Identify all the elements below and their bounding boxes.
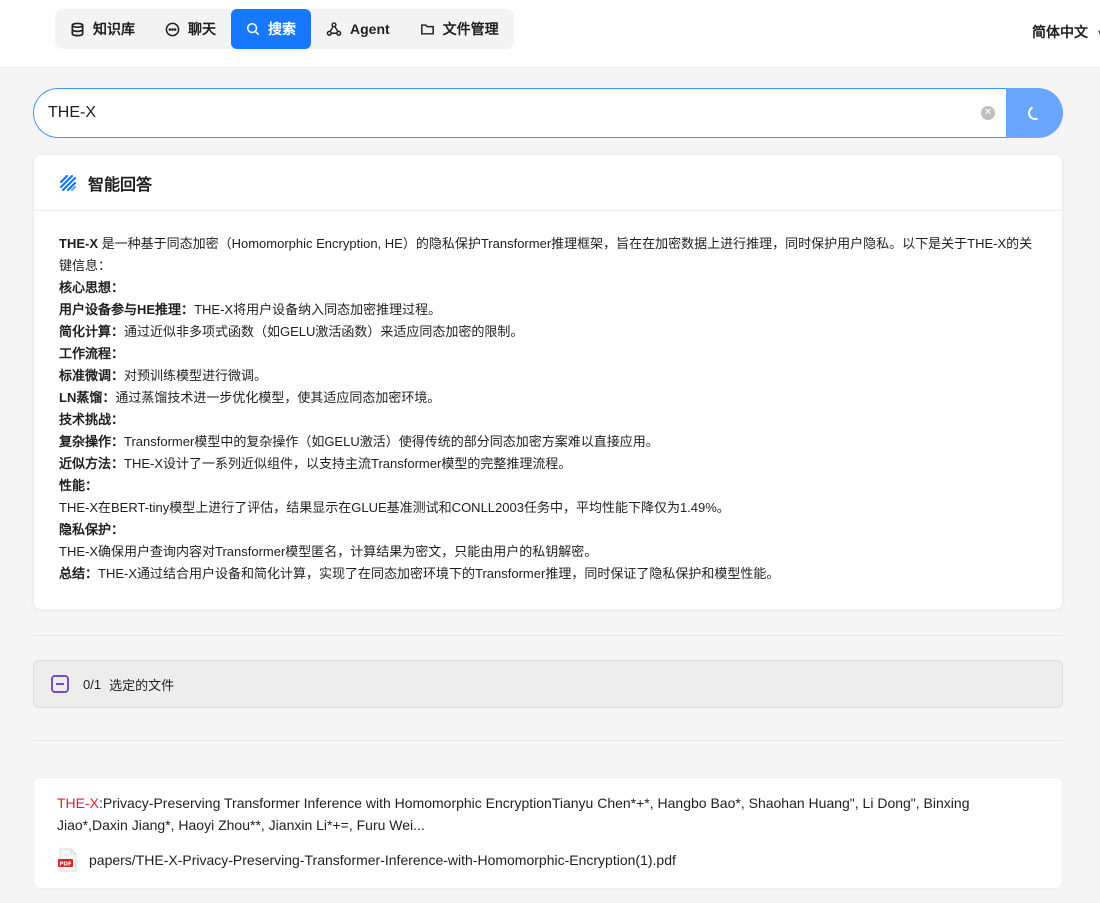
- answer-line: 核心思想：: [59, 277, 1037, 299]
- answer-lines: 核心思想： 用户设备参与HE推理：THE-X将用户设备纳入同态加密推理过程。 简化计…: [59, 277, 1037, 585]
- answer-line: LN蒸馏：通过蒸馏技术进一步优化模型，使其适应同态加密环境。: [59, 387, 1037, 409]
- answer-line-text: 对预训练模型进行微调。: [124, 368, 268, 383]
- answer-line-label: 技术挑战：: [59, 412, 125, 427]
- select-all-checkbox[interactable]: [51, 675, 69, 693]
- nav-item-label: 聊天: [188, 21, 216, 37]
- answer-line: 近似方法：THE-X设计了一系列近似组件，以支持主流Transformer模型的…: [59, 453, 1037, 475]
- loading-spinner-icon: [1025, 104, 1044, 122]
- nav-item-label: 知识库: [93, 21, 135, 37]
- answer-line: 技术挑战：: [59, 409, 1037, 431]
- nav-item-knowledge-base[interactable]: 知识库: [55, 9, 150, 49]
- answer-line-label: 隐私保护：: [59, 522, 125, 537]
- answer-line-label: 简化计算：: [59, 324, 125, 339]
- language-label: 简体中文: [1032, 24, 1088, 40]
- nav-item-search[interactable]: 搜索: [231, 9, 311, 49]
- answer-line-label: 工作流程：: [59, 346, 125, 361]
- answer-line-text: THE-X设计了一系列近似组件，以支持主流Transformer模型的完整推理流…: [124, 456, 572, 471]
- nav-item-label: 搜索: [268, 21, 296, 37]
- search-icon: [246, 22, 260, 36]
- answer-line: 复杂操作：Transformer模型中的复杂操作（如GELU激活）使得传统的部分…: [59, 431, 1037, 453]
- result-highlight: THE-X: [57, 795, 99, 811]
- answer-line-text: THE-X在BERT-tiny模型上进行了评估，结果显示在GLUE基准测试和CO…: [59, 500, 730, 515]
- answer-line-label: 核心思想：: [59, 280, 125, 295]
- divider: [33, 740, 1063, 741]
- clear-icon[interactable]: ✕: [981, 106, 995, 120]
- answer-intro-text: 是一种基于同态加密（Homomorphic Encryption, HE）的隐私…: [59, 236, 1033, 273]
- smart-answer-card: 智能回答 THE-X 是一种基于同态加密（Homomorphic Encrypt…: [33, 154, 1063, 610]
- answer-line-text: THE-X通过结合用户设备和简化计算，实现了在同态加密环境下的Transform…: [98, 566, 780, 581]
- answer-line-text: THE-X确保用户查询内容对Transformer模型匿名，计算结果为密文，只能…: [59, 544, 598, 559]
- search-result-card[interactable]: THE-X:Privacy-Preserving Transformer Inf…: [33, 777, 1063, 889]
- agent-icon: [326, 21, 342, 36]
- answer-line-label: 用户设备参与HE推理：: [59, 302, 195, 317]
- answer-line: 用户设备参与HE推理：THE-X将用户设备纳入同态加密推理过程。: [59, 299, 1037, 321]
- result-snippet-text: :Privacy-Preserving Transformer Inferenc…: [57, 795, 970, 833]
- answer-line-text: 通过蒸馏技术进一步优化模型，使其适应同态加密环境。: [115, 390, 441, 405]
- answer-intro: THE-X 是一种基于同态加密（Homomorphic Encryption, …: [59, 233, 1037, 277]
- folder-icon: [420, 24, 434, 35]
- chat-icon: [165, 22, 180, 36]
- answer-line-text: Transformer模型中的复杂操作（如GELU激活）使得传统的部分同态加密方…: [124, 434, 659, 449]
- database-icon: [71, 22, 84, 36]
- answer-title: 智能回答: [88, 176, 153, 194]
- top-header: 知识库 聊天 搜索 Agent 文件管理 简体中文: [0, 0, 1100, 68]
- answer-line: THE-X在BERT-tiny模型上进行了评估，结果显示在GLUE基准测试和CO…: [59, 497, 1037, 519]
- divider: [33, 635, 1063, 636]
- pdf-icon: PDF: [58, 848, 77, 872]
- nav-item-label: Agent: [350, 21, 390, 37]
- nav-item-file-management[interactable]: 文件管理: [405, 9, 514, 49]
- language-selector[interactable]: 简体中文˅: [1032, 22, 1100, 42]
- answer-intro-term: THE-X: [59, 236, 98, 251]
- nav-item-chat[interactable]: 聊天: [150, 9, 231, 49]
- answer-line-label: 总结：: [59, 566, 99, 581]
- answer-line-text: 通过近似非多项式函数（如GELU激活函数）来适应同态加密的限制。: [124, 324, 524, 339]
- answer-content: THE-X 是一种基于同态加密（Homomorphic Encryption, …: [34, 211, 1062, 585]
- search-input[interactable]: [33, 88, 1035, 138]
- search-bar: ✕: [33, 88, 1063, 138]
- answer-line-text: THE-X将用户设备纳入同态加密推理过程。: [194, 302, 442, 317]
- search-button[interactable]: [1006, 88, 1063, 138]
- answer-line: 简化计算：通过近似非多项式函数（如GELU激活函数）来适应同态加密的限制。: [59, 321, 1037, 343]
- nav-item-agent[interactable]: Agent: [311, 9, 405, 49]
- svg-text:PDF: PDF: [59, 861, 72, 867]
- answer-line-label: 标准微调：: [59, 368, 125, 383]
- answer-line: THE-X确保用户查询内容对Transformer模型匿名，计算结果为密文，只能…: [59, 541, 1037, 563]
- ai-answer-icon: [59, 174, 77, 191]
- result-snippet: THE-X:Privacy-Preserving Transformer Inf…: [57, 792, 1039, 836]
- result-file-path: papers/THE-X-Privacy-Preserving-Transfor…: [89, 852, 676, 868]
- nav-item-label: 文件管理: [442, 21, 499, 37]
- selected-files-label: 选定的文件: [109, 677, 175, 693]
- selected-files-bar: 0/1 选定的文件: [33, 660, 1063, 708]
- answer-line: 性能：: [59, 475, 1037, 497]
- answer-header: 智能回答: [34, 155, 1062, 211]
- answer-line: 总结：THE-X通过结合用户设备和简化计算，实现了在同态加密环境下的Transf…: [59, 563, 1037, 585]
- main-nav: 知识库 聊天 搜索 Agent 文件管理: [55, 9, 514, 49]
- answer-line-label: 复杂操作：: [59, 434, 125, 449]
- answer-line: 隐私保护：: [59, 519, 1037, 541]
- answer-line-label: LN蒸馏：: [59, 390, 116, 405]
- answer-line: 工作流程：: [59, 343, 1037, 365]
- answer-line: 标准微调：对预训练模型进行微调。: [59, 365, 1037, 387]
- selected-count: 0/1: [83, 676, 102, 692]
- answer-line-label: 性能：: [59, 478, 99, 493]
- answer-line-label: 近似方法：: [59, 456, 125, 471]
- result-file-link[interactable]: PDF papers/THE-X-Privacy-Preserving-Tran…: [57, 848, 1039, 872]
